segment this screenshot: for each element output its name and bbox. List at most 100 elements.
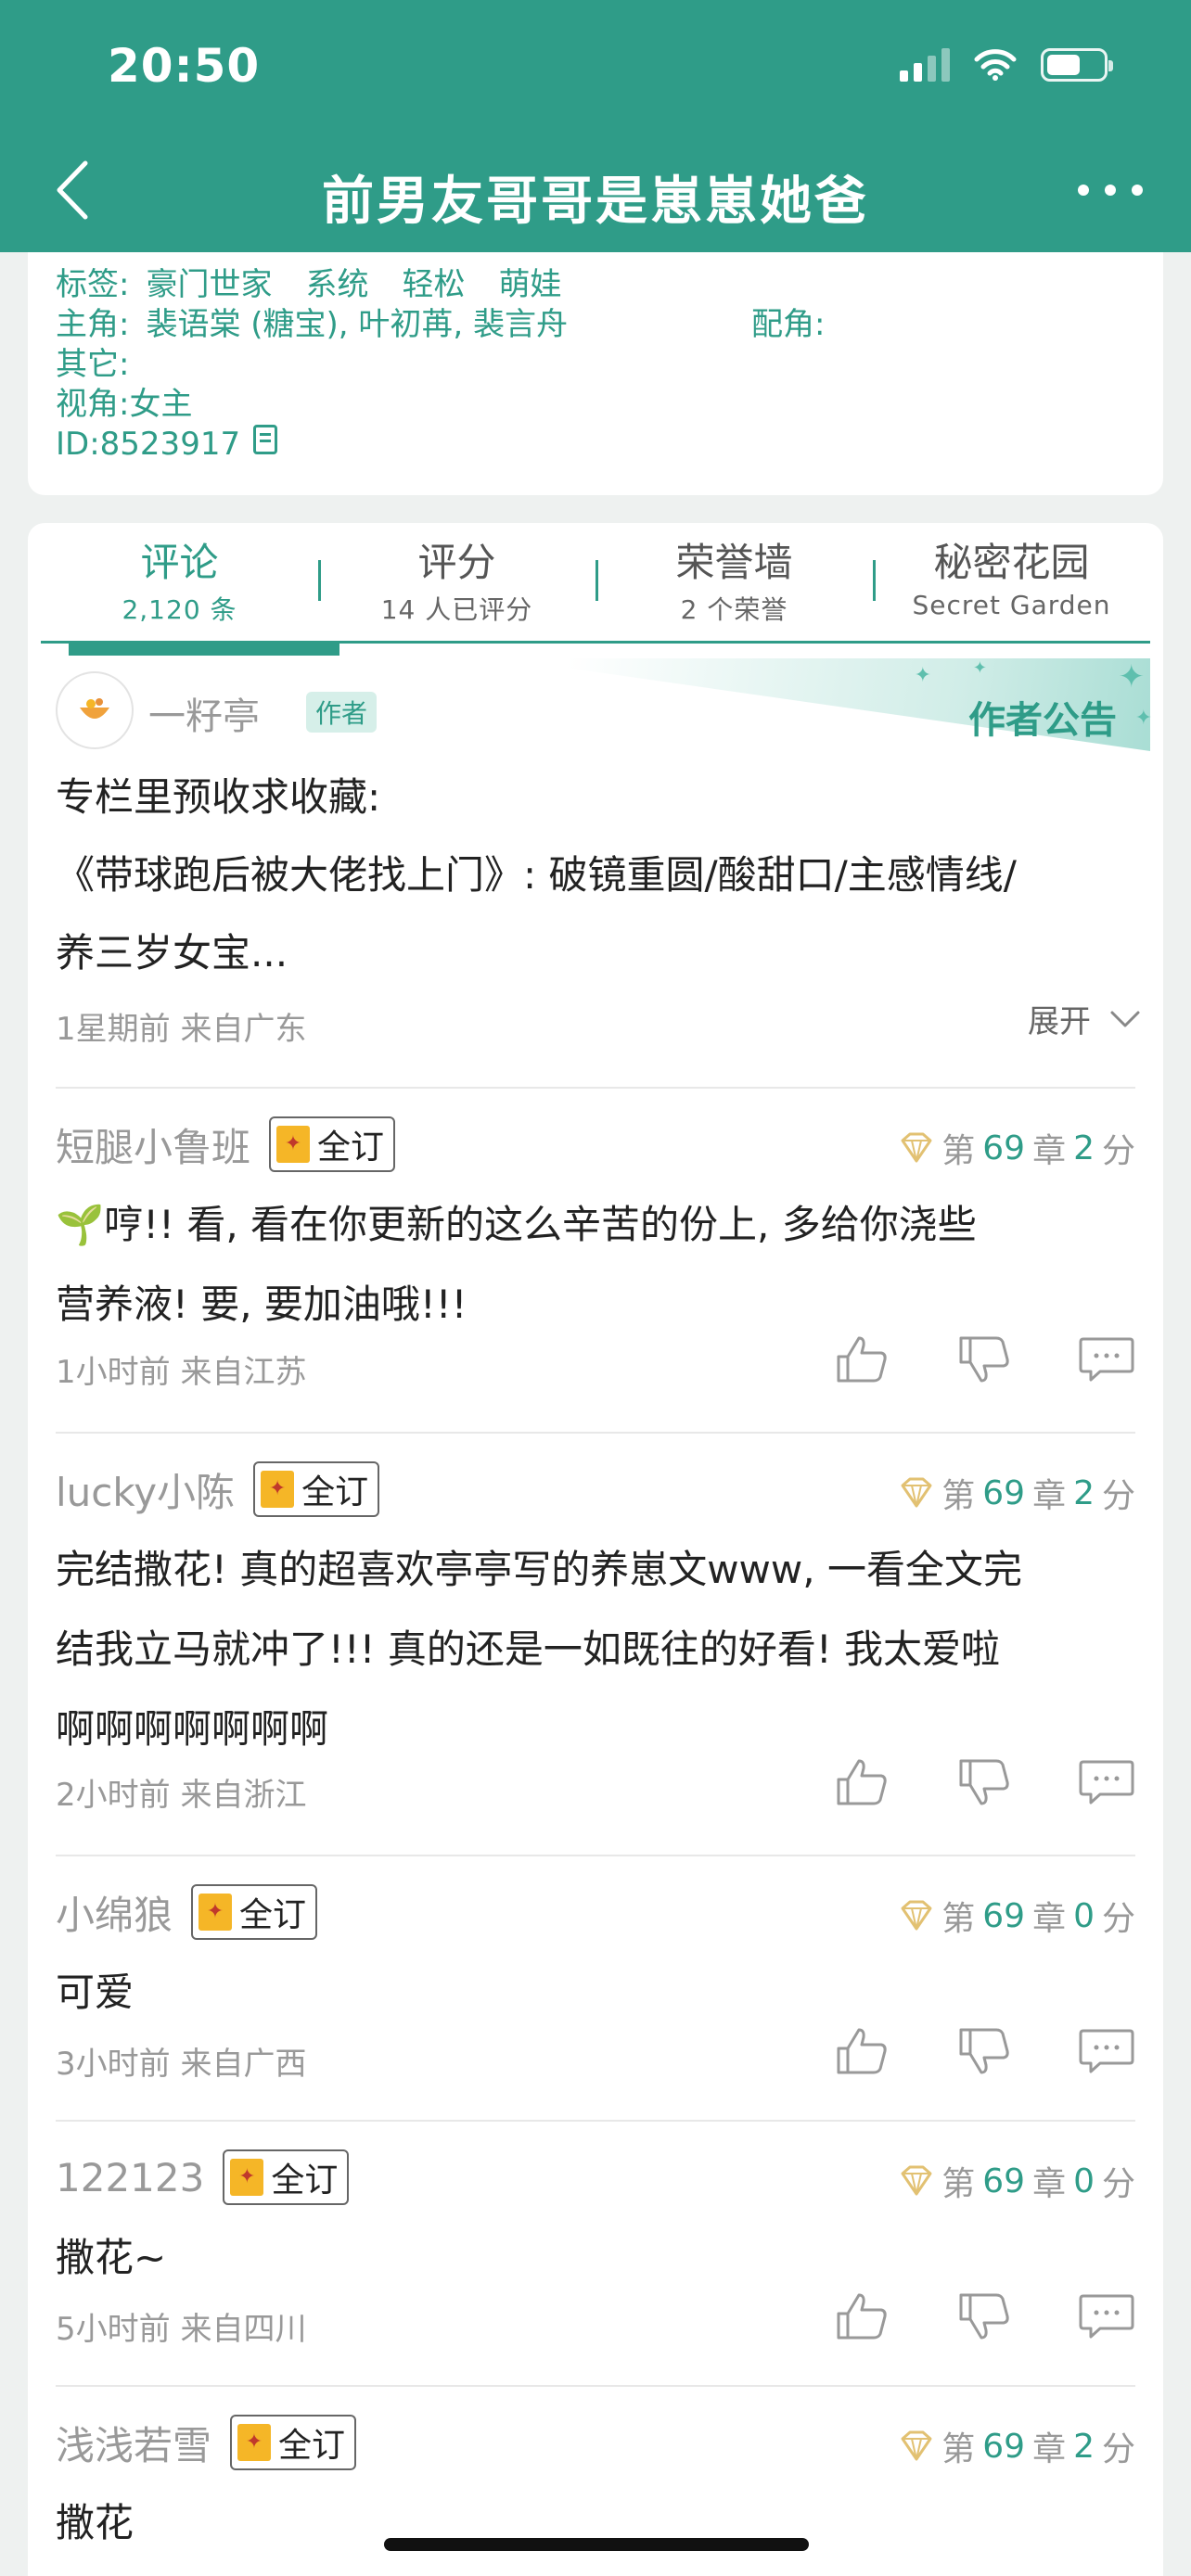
comment-item: 122123 ✦ 全订 第 69 章 0 分 撒花~ 5小时前 来自四川 xyxy=(56,2120,1135,2385)
like-button[interactable] xyxy=(833,1756,890,1808)
diamond-icon xyxy=(901,1900,932,1931)
dislike-button[interactable] xyxy=(955,2290,1013,2342)
chapter-number: 69 xyxy=(982,2162,1026,2200)
chapter-number: 69 xyxy=(982,1473,1026,1512)
score-value: 0 xyxy=(1073,2162,1095,2200)
chapter-score: 第 69 章 0 分 xyxy=(899,2157,1135,2205)
comment-bubble-icon xyxy=(1079,2029,1134,2073)
comments-card: 评论 2,120 条 评分 14 人已评分 荣誉墙 2 个荣誉 秘密花园 Sec… xyxy=(28,523,1163,2576)
score-value: 2 xyxy=(1073,2427,1095,2466)
tag[interactable]: 系统 xyxy=(305,265,368,305)
tab-label: 荣誉墙 xyxy=(675,540,793,585)
tags-row: 标签: 豪门世家 系统 轻松 萌娃 xyxy=(56,265,1135,305)
reply-button[interactable] xyxy=(1078,1333,1135,1385)
tag[interactable]: 萌娃 xyxy=(498,265,561,305)
chevron-down-icon xyxy=(1110,1011,1140,1027)
expand-label: 展开 xyxy=(1028,1003,1091,1040)
tab-label: 秘密花园 xyxy=(933,540,1090,585)
author-name[interactable]: 一籽亭 xyxy=(148,686,260,740)
badge-label: 全订 xyxy=(301,1473,369,1511)
status-time: 20:50 xyxy=(108,39,261,93)
thumbs-up-icon xyxy=(837,1759,887,1805)
commenter-name[interactable]: 小绵狼 xyxy=(56,1884,173,1941)
tab-ratings[interactable]: 评分 14 人已评分 xyxy=(318,523,596,641)
comment-line: 完结撒花! 真的超喜欢亭亭写的养崽文www, 一看全文完 xyxy=(56,1547,1022,1592)
status-icons xyxy=(900,48,1113,82)
expand-button[interactable]: 展开 xyxy=(1028,996,1141,1041)
reply-button[interactable] xyxy=(1078,1756,1135,1808)
thumbs-down-icon xyxy=(959,1759,1009,1805)
chapter-score: 第 69 章 2 分 xyxy=(899,1469,1135,1517)
comment-text: 🌱哼!! 看, 看在你更新的这么辛苦的份上, 多给你浇些 营养液! 要, 要加油… xyxy=(56,1185,1141,1345)
announcement-label: 作者公告 xyxy=(968,699,1117,742)
tag[interactable]: 豪门世家 xyxy=(146,265,272,305)
commenter-name[interactable]: 浅浅若雪 xyxy=(56,2415,211,2471)
commenter-name[interactable]: 短腿小鲁班 xyxy=(56,1116,250,1173)
reply-button[interactable] xyxy=(1078,2290,1135,2342)
thumbs-down-icon xyxy=(959,2293,1009,2340)
tab-secret-garden[interactable]: 秘密花园 Secret Garden xyxy=(873,523,1150,641)
announcement-line: 专栏里预收求收藏: xyxy=(56,774,381,820)
like-button[interactable] xyxy=(833,2290,890,2342)
comment-actions xyxy=(833,2290,1135,2342)
novel-info-card: 标签: 豪门世家 系统 轻松 萌娃 主角: 裴语棠 (糖宝), 叶初苒, 裴言舟… xyxy=(28,252,1163,495)
avatar[interactable] xyxy=(56,671,134,749)
top-header: 20:50 前男友哥哥是崽崽她爸 xyxy=(0,0,1191,252)
active-tab-indicator xyxy=(69,641,339,656)
thumbs-down-icon xyxy=(959,1336,1009,1383)
tab-label: 评分 xyxy=(417,540,496,585)
sparkle-icon: ✦ xyxy=(914,664,931,687)
announcement-meta: 1星期前 来自广东 xyxy=(56,1011,307,1048)
id-row: ID:8523917 xyxy=(56,425,1135,465)
comment-line: 可爱 xyxy=(56,1970,134,2015)
commenter-name[interactable]: lucky小陈 xyxy=(56,1461,235,1518)
thumbs-up-icon xyxy=(837,1336,887,1383)
page-title: 前男友哥哥是崽崽她爸 xyxy=(322,172,869,232)
comment-line: 撒花~ xyxy=(56,2235,167,2280)
comment-item: 短腿小鲁班 ✦ 全订 第 69 章 2 分 🌱哼!! 看, 看在你更新的这么辛苦… xyxy=(56,1087,1135,1432)
comment-meta: 5小时前 来自四川 xyxy=(56,2311,307,2348)
author-announcement[interactable]: ✦ ✦ ✦ ✦ 一籽亭 作者 作者公告 专栏里预收求收藏: 《带球跑后被大佬找上… xyxy=(28,658,1163,1085)
tab-bar: 评论 2,120 条 评分 14 人已评分 荣誉墙 2 个荣誉 秘密花园 Sec… xyxy=(41,523,1150,644)
dislike-button[interactable] xyxy=(955,1333,1013,1385)
tab-comments[interactable]: 评论 2,120 条 xyxy=(41,523,318,641)
bookmark-icon: ✦ xyxy=(276,1126,311,1163)
diamond-icon xyxy=(901,2165,932,2196)
author-badge: 作者 xyxy=(306,692,378,733)
dislike-button[interactable] xyxy=(955,2025,1013,2077)
like-button[interactable] xyxy=(833,1333,890,1385)
chapter-number: 69 xyxy=(982,1129,1026,1167)
support-label: 配角: xyxy=(751,306,826,343)
tab-label: 评论 xyxy=(140,540,219,585)
thumbs-down-icon xyxy=(959,2028,1009,2074)
commenter-name[interactable]: 122123 xyxy=(56,2155,204,2200)
tab-honor-wall[interactable]: 荣誉墙 2 个荣誉 xyxy=(596,523,873,641)
dislike-button[interactable] xyxy=(955,1756,1013,1808)
like-button[interactable] xyxy=(833,2025,890,2077)
thumbs-up-icon xyxy=(837,2293,887,2340)
pov-value: 视角:女主 xyxy=(56,386,193,423)
tag[interactable]: 轻松 xyxy=(402,265,465,305)
sparkle-icon: ✦ xyxy=(1118,658,1146,695)
full-subscription-badge: ✦ 全订 xyxy=(230,2415,357,2470)
copy-icon[interactable] xyxy=(253,425,278,454)
tab-divider xyxy=(596,560,598,601)
diamond-icon xyxy=(901,1477,932,1508)
more-options-button[interactable] xyxy=(1078,167,1143,213)
comment-text: 撒花 xyxy=(56,2483,1141,2563)
avatar-bowl-icon xyxy=(80,698,109,719)
score-value: 0 xyxy=(1073,1896,1095,1935)
full-subscription-badge: ✦ 全订 xyxy=(253,1461,380,1517)
comment-bubble-icon xyxy=(1079,2294,1134,2339)
diamond-icon xyxy=(901,2430,932,2461)
full-subscription-badge: ✦ 全订 xyxy=(191,1884,318,1940)
full-subscription-badge: ✦ 全订 xyxy=(223,2149,350,2205)
tags-label: 标签: xyxy=(56,266,130,303)
bookmark-icon: ✦ xyxy=(198,1894,233,1931)
chapter-score: 第 69 章 2 分 xyxy=(899,1124,1135,1172)
home-indicator[interactable] xyxy=(384,2538,809,2551)
protagonist-label: 主角: xyxy=(56,306,130,343)
tab-divider xyxy=(873,560,876,601)
reply-button[interactable] xyxy=(1078,2025,1135,2077)
protagonist-value: 裴语棠 (糖宝), 叶初苒, 裴言舟 xyxy=(146,306,569,343)
